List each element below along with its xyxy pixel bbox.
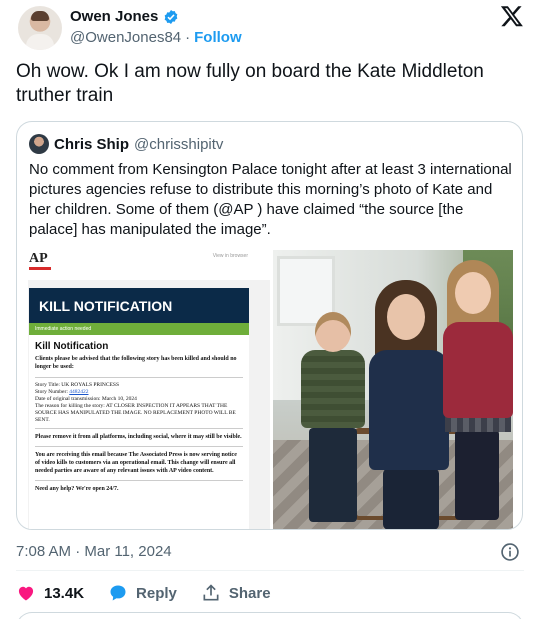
tweet-timestamp[interactable]: 7:08 AM · Mar 11, 2024 [16, 543, 172, 560]
share-icon [203, 584, 219, 601]
transmission-date: Date of original transmission: March 10,… [35, 396, 137, 402]
follow-button[interactable]: Follow [194, 29, 242, 46]
author-handle[interactable]: @OwenJones84 [70, 29, 181, 46]
photo-person-boy [295, 312, 371, 522]
like-count: 13.4K [44, 584, 85, 602]
verified-badge-icon [165, 9, 178, 24]
author-name-row: Owen Jones [70, 8, 179, 25]
share-label: Share [228, 584, 271, 602]
story-title: Story Title: UK ROYALS PRINCESS [35, 382, 120, 388]
divider [35, 446, 243, 447]
next-card-edge [16, 612, 524, 619]
info-icon[interactable] [500, 542, 520, 562]
ap-email-header: AP View in browser [28, 250, 270, 280]
tweet-header: Owen Jones @OwenJones84 · Follow [16, 4, 524, 52]
kill-notice-title: Kill Notification [35, 341, 109, 352]
ap-logo: AP [29, 251, 48, 266]
reply-label: Reply [136, 584, 177, 602]
view-in-browser-text: View in browser [212, 253, 248, 259]
handle-separator: · [185, 29, 191, 46]
kill-reason: The reason for killing the story: AT CLO… [35, 403, 236, 423]
kill-notice-intro: Clients please be advised that the follo… [35, 356, 237, 370]
kill-notification-banner: KILL NOTIFICATION [29, 288, 249, 323]
quoted-author-name[interactable]: Chris Ship [54, 136, 129, 153]
author-display-name[interactable]: Owen Jones [70, 8, 158, 25]
quoted-author-avatar[interactable] [29, 134, 49, 154]
author-avatar[interactable] [18, 6, 62, 50]
story-details: Story Title: UK ROYALS PRINCESS Story Nu… [35, 382, 243, 424]
quoted-author-handle[interactable]: @chrisshipitv [134, 136, 223, 153]
divider [35, 480, 243, 481]
quoted-tweet-header: Chris Ship @chrisshipitv [29, 134, 223, 154]
family-photo-image[interactable] [273, 250, 513, 529]
heart-icon [18, 586, 34, 601]
kill-notice-body: Kill Notification Clients please be advi… [29, 335, 249, 529]
immediate-action-bar: Immediate action needed [29, 323, 249, 335]
help-line: Need any help? We're open 24/7. [35, 486, 119, 492]
ap-logo-underline [29, 267, 51, 270]
ap-kill-notice-image[interactable]: AP View in browser KILL NOTIFICATION Imm… [28, 250, 270, 529]
photo-person-woman [365, 280, 451, 529]
tweet-text: Oh wow. Ok I am now fully on board the K… [16, 61, 484, 106]
remove-instruction: Please remove it from all platforms, inc… [35, 434, 242, 440]
divider [35, 428, 243, 429]
reply-bubble-icon [110, 585, 126, 601]
quoted-tweet-text: No comment from Kensington Palace tonigh… [29, 161, 512, 238]
story-number-link: 4482422 [69, 389, 89, 395]
tweet-actions-bar: 13.4K Reply Share [16, 582, 295, 604]
reply-button[interactable]: Reply [108, 583, 177, 603]
like-button[interactable]: 13.4K [16, 583, 84, 603]
share-button[interactable]: Share [201, 583, 271, 603]
photo-person-girl [441, 260, 513, 520]
story-number-label: Story Number: [35, 389, 68, 395]
divider [35, 377, 243, 378]
author-handle-row: @OwenJones84 · Follow [70, 29, 242, 46]
story-number-line: Story Number: 4482422 [35, 389, 243, 396]
receiving-explanation: You are receiving this email because The… [35, 452, 237, 474]
x-logo-icon[interactable] [500, 4, 524, 28]
timestamp-divider [16, 570, 524, 571]
quoted-tweet-card[interactable]: Chris Ship @chrisshipitv No comment from… [16, 121, 523, 530]
